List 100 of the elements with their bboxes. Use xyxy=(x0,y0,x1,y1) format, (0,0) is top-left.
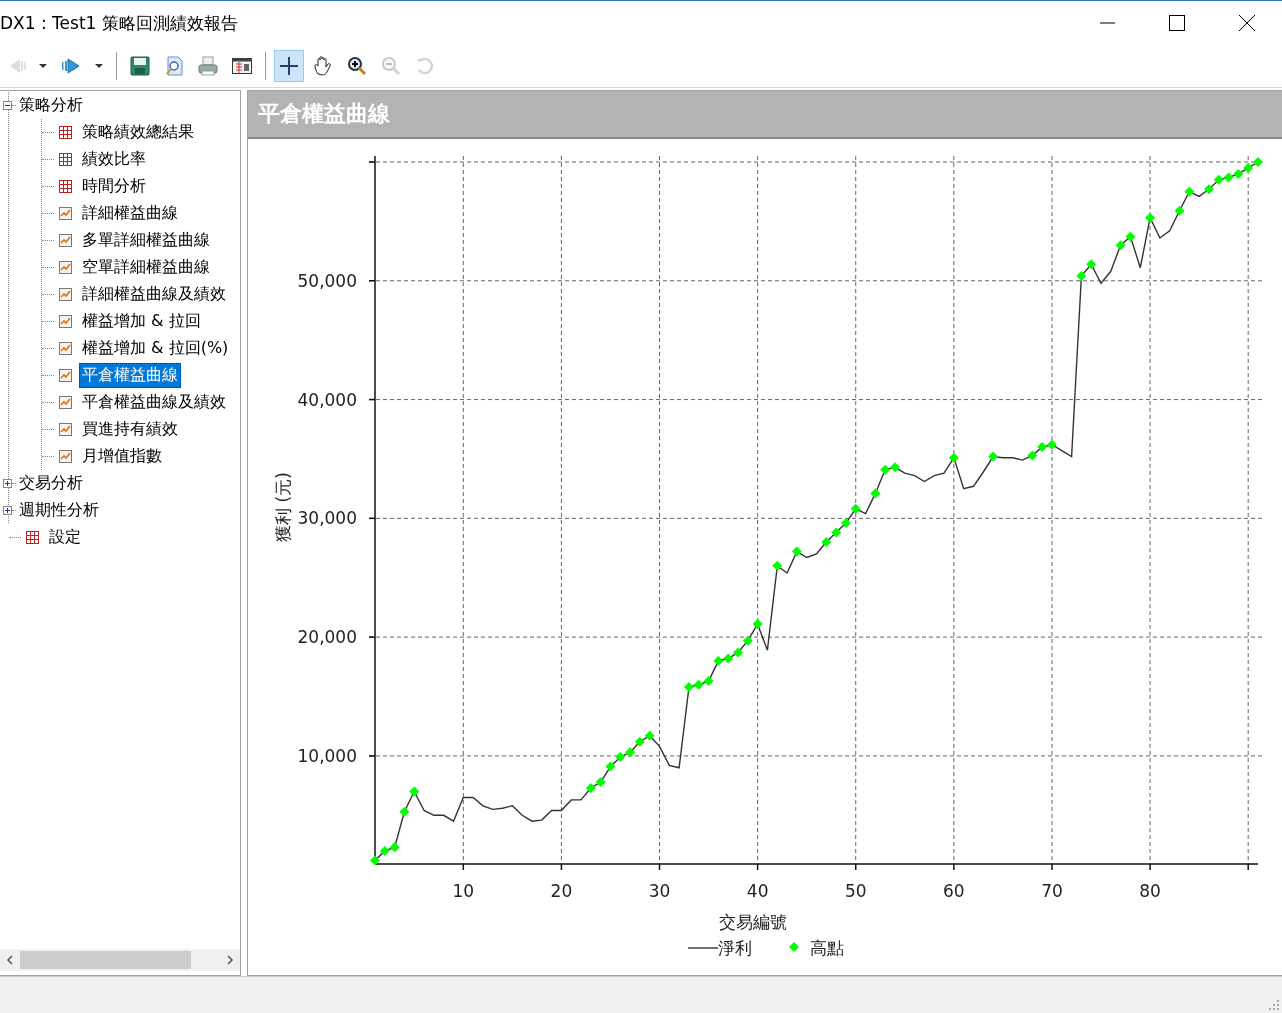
tree-item[interactable]: 空單詳細權益曲線 xyxy=(79,255,213,280)
tree-item[interactable]: 權益增加 & 拉回 xyxy=(79,309,204,334)
high-point-marker xyxy=(370,855,380,866)
high-point-marker xyxy=(644,730,655,741)
high-point-marker xyxy=(1115,240,1126,251)
tree-item[interactable]: 策略績效總結果 xyxy=(79,120,197,145)
legend-marker-icon xyxy=(789,942,799,952)
zoom-in-icon xyxy=(346,55,368,77)
tree-item[interactable]: 買進持有績效 xyxy=(79,417,181,442)
y-axis-title: 獲利 (元) xyxy=(273,472,293,542)
high-point-marker xyxy=(1253,157,1263,167)
chart-icon xyxy=(58,314,73,329)
high-point-marker xyxy=(1233,168,1244,179)
tree-item[interactable]: 詳細權益曲線及績效 xyxy=(79,282,229,307)
table-icon xyxy=(231,55,253,77)
high-point-marker xyxy=(625,747,636,758)
high-point-marker xyxy=(399,806,410,817)
high-point-marker xyxy=(948,452,959,463)
x-tick-label: 80 xyxy=(1139,881,1161,901)
high-point-marker xyxy=(752,619,763,630)
tree-item[interactable]: 時間分析 xyxy=(79,174,149,199)
x-tick-label: 60 xyxy=(943,881,965,901)
table-icon xyxy=(58,125,73,140)
high-point-marker xyxy=(1203,184,1214,195)
crosshair-button[interactable] xyxy=(274,50,304,82)
high-point-marker xyxy=(713,655,724,666)
legend-line-icon xyxy=(687,947,719,949)
legend-label: 高點 xyxy=(810,938,844,958)
tree-item[interactable]: 詳細權益曲線 xyxy=(79,201,181,226)
high-point-marker xyxy=(595,777,606,788)
print-preview-icon xyxy=(163,55,185,77)
tree-item[interactable]: 交易分析 xyxy=(16,471,86,496)
high-point-marker xyxy=(683,682,694,692)
printer-icon xyxy=(197,55,219,77)
chart-icon xyxy=(58,341,73,356)
table-icon xyxy=(58,179,73,194)
high-point-marker xyxy=(840,518,851,529)
tree-item[interactable]: 設定 xyxy=(46,525,84,550)
expand-toggle-icon[interactable] xyxy=(3,506,12,515)
chart-icon xyxy=(58,233,73,248)
scrollbar-thumb[interactable] xyxy=(20,951,191,969)
high-point-marker xyxy=(379,845,390,856)
tree-item[interactable]: 月增值指數 xyxy=(79,444,165,469)
x-tick-label: 10 xyxy=(452,881,475,901)
y-tick-label: 30,000 xyxy=(297,508,357,529)
caret-icon xyxy=(39,64,47,68)
high-point-marker xyxy=(389,842,400,853)
high-point-marker xyxy=(1145,212,1156,223)
horizontal-scrollbar[interactable] xyxy=(0,949,240,971)
chart-icon xyxy=(58,206,73,221)
high-point-marker xyxy=(1174,205,1185,216)
y-tick-label: 10,000 xyxy=(297,745,357,766)
high-point-marker xyxy=(1223,172,1234,183)
x-tick-label: 30 xyxy=(648,881,671,901)
expand-toggle-icon[interactable] xyxy=(3,479,12,488)
high-point-marker xyxy=(409,786,420,797)
tree-item[interactable]: 權益增加 & 拉回(%) xyxy=(79,336,232,361)
chart-icon xyxy=(58,260,73,275)
chart-icon xyxy=(58,395,73,410)
close-icon xyxy=(1239,15,1255,31)
high-point-marker xyxy=(1125,231,1136,242)
maximize-icon xyxy=(1169,15,1185,31)
tree-item[interactable]: 多單詳細權益曲線 xyxy=(79,228,213,253)
resize-grip-icon xyxy=(1268,999,1280,1011)
chart-icon xyxy=(58,368,73,383)
x-tick-label: 50 xyxy=(844,881,867,901)
chart-icon xyxy=(58,287,73,302)
high-point-marker xyxy=(605,761,616,772)
tree-item[interactable]: 績效比率 xyxy=(79,147,149,172)
high-point-marker xyxy=(1076,271,1087,282)
tree-item[interactable]: 週期性分析 xyxy=(16,498,102,523)
high-point-marker xyxy=(693,679,704,690)
x-tick-label: 20 xyxy=(550,881,573,901)
collapse-toggle-icon[interactable] xyxy=(3,101,12,110)
tree-item[interactable]: 策略分析 xyxy=(16,93,86,118)
high-point-marker xyxy=(821,537,832,548)
high-point-marker xyxy=(742,635,753,646)
high-point-marker xyxy=(1086,259,1097,270)
high-point-marker xyxy=(1243,162,1254,173)
high-point-marker xyxy=(772,560,783,571)
y-tick-label: 50,000 xyxy=(297,270,357,291)
high-point-marker xyxy=(791,546,802,557)
high-point-marker xyxy=(988,451,999,462)
high-point-marker xyxy=(634,736,645,747)
high-point-marker xyxy=(890,462,900,473)
high-point-marker xyxy=(703,676,714,687)
high-point-marker xyxy=(1037,442,1048,453)
high-point-marker xyxy=(850,503,861,514)
legend-label: 淨利 xyxy=(718,938,752,958)
high-point-marker xyxy=(615,752,626,763)
high-point-marker xyxy=(1027,450,1038,461)
tree-item[interactable]: 平倉權益曲線 xyxy=(79,363,181,388)
high-point-marker xyxy=(585,783,596,793)
tree-item[interactable]: 平倉權益曲線及績效 xyxy=(79,390,229,415)
forward-arrow-icon xyxy=(60,55,82,77)
zoom-out-icon xyxy=(380,55,402,77)
window-title: DX1 : Test1 策略回測績效報告 xyxy=(0,11,239,35)
caret-icon xyxy=(95,64,103,68)
high-point-marker xyxy=(723,653,734,664)
high-point-marker xyxy=(1046,439,1057,450)
